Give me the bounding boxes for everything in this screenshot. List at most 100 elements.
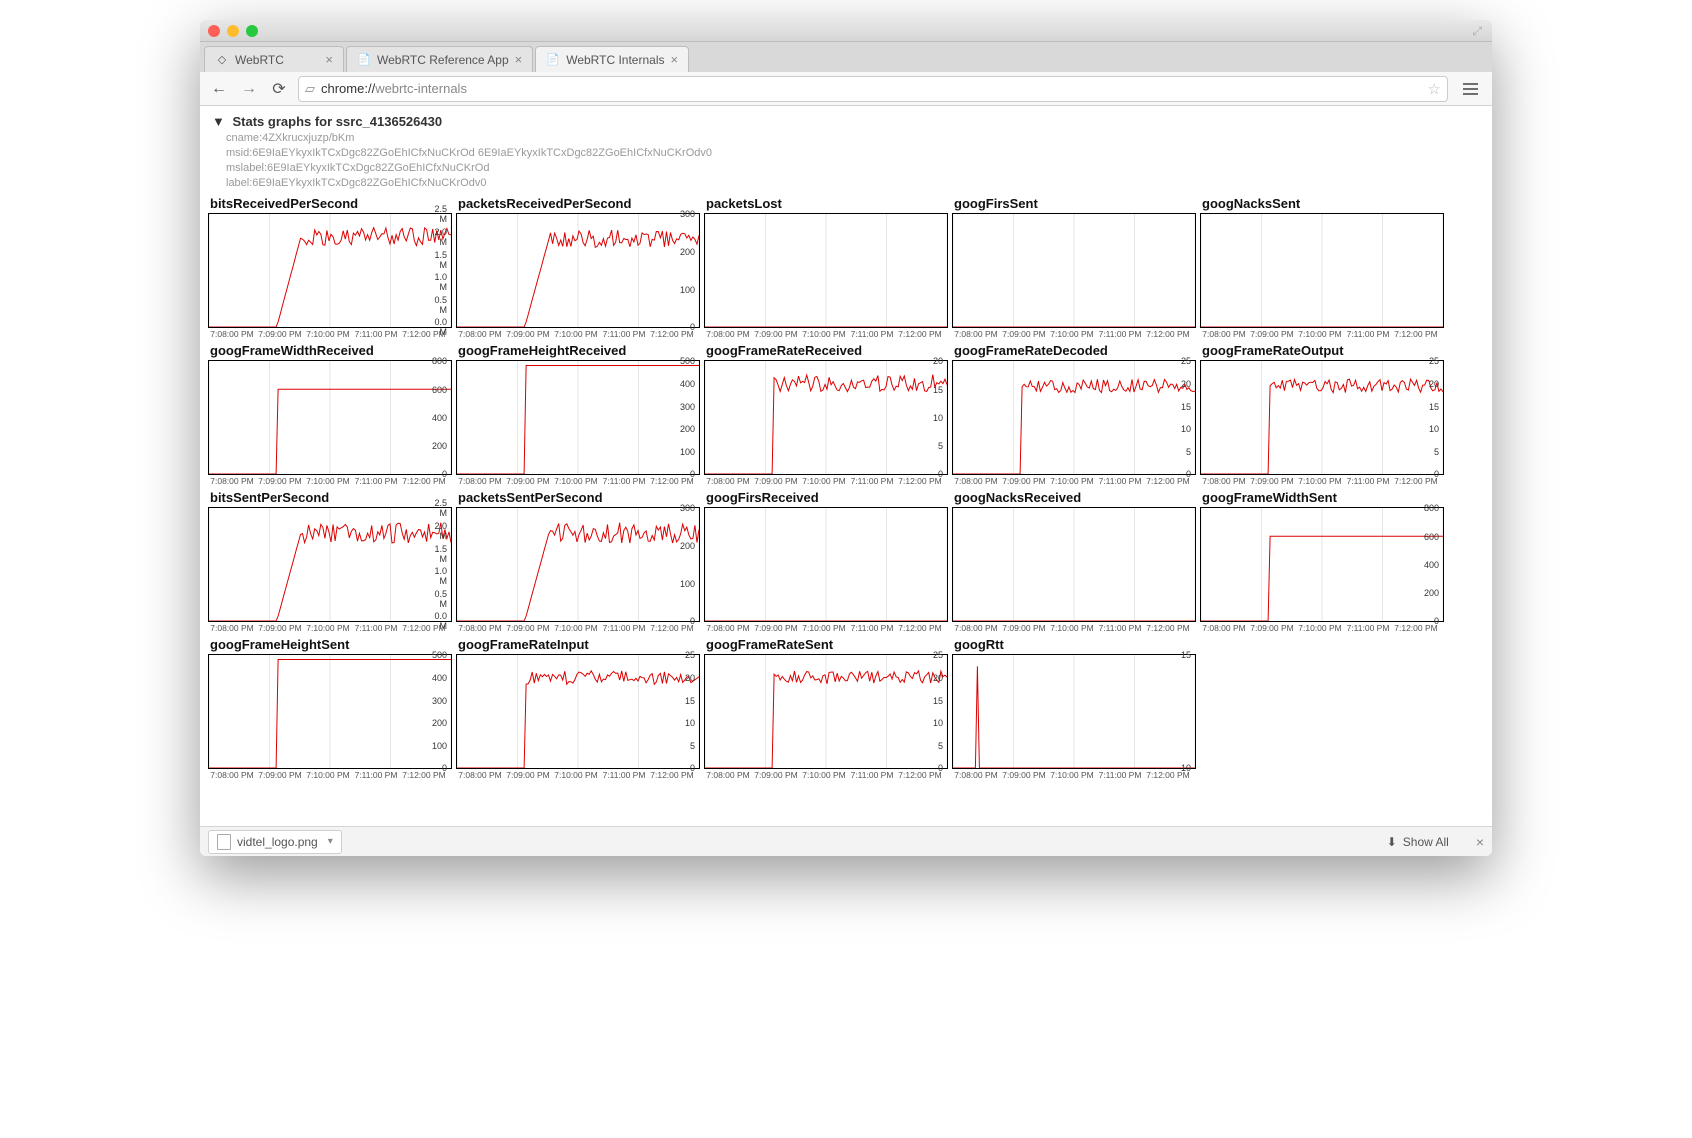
x-axis-labels: 7:08:00 PM7:09:00 PM7:10:00 PM7:11:00 PM… [456, 329, 703, 339]
close-icon[interactable]: × [515, 52, 523, 67]
x-axis-labels: 7:08:00 PM7:09:00 PM7:10:00 PM7:11:00 PM… [208, 329, 455, 339]
chart-bitsReceivedPerSecond: bitsReceivedPerSecond 2.5 M2.0 M1.5 M1.0… [208, 196, 455, 339]
chart-title: googFirsReceived [706, 490, 951, 505]
chart-googFrameRateOutput: googFrameRateOutput 2520151050 7:08:00 P… [1200, 343, 1447, 486]
traffic-light-minimize[interactable] [227, 25, 239, 37]
meta-line: msid:6E9IaEYkyxIkTCxDgc82ZGoEhICfxNuCKrO… [226, 146, 1484, 161]
reload-button[interactable]: ⟳ [268, 78, 290, 100]
chart-plot [704, 507, 948, 622]
download-item[interactable]: vidtel_logo.png ▾ [208, 830, 342, 854]
chart-plot: 2520151050 [456, 654, 700, 769]
chart-title: googRtt [954, 637, 1199, 652]
chart-plot: 8006004002000 [208, 360, 452, 475]
x-axis-labels: 7:08:00 PM7:09:00 PM7:10:00 PM7:11:00 PM… [952, 329, 1199, 339]
chart-title: googFrameHeightSent [210, 637, 455, 652]
browser-window: ⤢ ◇ WebRTC ×📄 WebRTC Reference App ×📄 We… [200, 20, 1492, 856]
chart-title: packetsLost [706, 196, 951, 211]
chart-plot: 5004003002001000 [456, 360, 700, 475]
stats-header[interactable]: ▼ Stats graphs for ssrc_4136526430 [212, 114, 1484, 129]
chart-title: googFrameRateInput [458, 637, 703, 652]
macos-titlebar [200, 20, 1492, 42]
chart-plot: 2520151050 [704, 654, 948, 769]
stats-title: Stats graphs for ssrc_4136526430 [233, 114, 443, 129]
chart-googFrameRateInput: googFrameRateInput 2520151050 7:08:00 PM… [456, 637, 703, 780]
downloads-bar: vidtel_logo.png ▾ ⬇ Show All × [200, 826, 1492, 856]
meta-line: mslabel:6E9IaEYkyxIkTCxDgc82ZGoEhICfxNuC… [226, 161, 1484, 176]
omnibox[interactable]: ▱ chrome://webrtc-internals ☆ [298, 76, 1448, 102]
chart-title: googNacksReceived [954, 490, 1199, 505]
x-axis-labels: 7:08:00 PM7:09:00 PM7:10:00 PM7:11:00 PM… [208, 623, 455, 633]
chart-plot: 2.5 M2.0 M1.5 M1.0 M0.5 M0.0 M [208, 507, 452, 622]
site-icon: ▱ [305, 81, 315, 97]
chart-title: googFrameWidthReceived [210, 343, 455, 358]
x-axis-labels: 7:08:00 PM7:09:00 PM7:10:00 PM7:11:00 PM… [208, 476, 455, 486]
maximize-icon[interactable]: ⤢ [1472, 24, 1482, 39]
x-axis-labels: 7:08:00 PM7:09:00 PM7:10:00 PM7:11:00 PM… [456, 770, 703, 780]
chevron-down-icon[interactable]: ▾ [328, 836, 333, 847]
x-axis-labels: 7:08:00 PM7:09:00 PM7:10:00 PM7:11:00 PM… [456, 623, 703, 633]
forward-button[interactable]: → [238, 78, 260, 100]
chart-googFirsReceived: googFirsReceived 7:08:00 PM7:09:00 PM7:1… [704, 490, 951, 633]
bookmark-star-icon[interactable]: ☆ [1428, 80, 1441, 98]
stats-meta: cname:4ZXkrucxjuzp/bKmmsid:6E9IaEYkyxIkT… [226, 131, 1484, 190]
close-icon[interactable]: × [670, 52, 678, 67]
browser-tab[interactable]: 📄 WebRTC Internals × [535, 46, 689, 72]
chart-googFrameHeightSent: googFrameHeightSent 5004003002001000 7:0… [208, 637, 455, 780]
chart-title: googFrameRateDecoded [954, 343, 1199, 358]
chart-title: googFirsSent [954, 196, 1199, 211]
favicon-icon: 📄 [357, 53, 371, 67]
chart-plot: 2520151050 [952, 360, 1196, 475]
chart-title: googFrameRateSent [706, 637, 951, 652]
disclosure-triangle-icon[interactable]: ▼ [212, 114, 225, 129]
chart-googFirsSent: googFirsSent 7:08:00 PM7:09:00 PM7:10:00… [952, 196, 1199, 339]
favicon-icon: ◇ [215, 53, 229, 67]
chart-googFrameHeightReceived: googFrameHeightReceived 5004003002001000… [456, 343, 703, 486]
chart-plot: 2520151050 [1200, 360, 1444, 475]
traffic-light-close[interactable] [208, 25, 220, 37]
page-content: ▼ Stats graphs for ssrc_4136526430 cname… [200, 106, 1492, 826]
chart-plot: 2.5 M2.0 M1.5 M1.0 M0.5 M0.0 M [208, 213, 452, 328]
tab-strip: ◇ WebRTC ×📄 WebRTC Reference App ×📄 WebR… [200, 42, 1492, 72]
x-axis-labels: 7:08:00 PM7:09:00 PM7:10:00 PM7:11:00 PM… [704, 476, 951, 486]
x-axis-labels: 7:08:00 PM7:09:00 PM7:10:00 PM7:11:00 PM… [456, 476, 703, 486]
chart-bitsSentPerSecond: bitsSentPerSecond 2.5 M2.0 M1.5 M1.0 M0.… [208, 490, 455, 633]
chart-plot: 5004003002001000 [208, 654, 452, 769]
chart-plot: 3002001000 [456, 213, 700, 328]
x-axis-labels: 7:08:00 PM7:09:00 PM7:10:00 PM7:11:00 PM… [704, 770, 951, 780]
chart-title: googFrameRateOutput [1202, 343, 1447, 358]
chart-packetsLost: packetsLost 7:08:00 PM7:09:00 PM7:10:00 … [704, 196, 951, 339]
chart-googFrameRateReceived: googFrameRateReceived 20151050 7:08:00 P… [704, 343, 951, 486]
traffic-light-zoom[interactable] [246, 25, 258, 37]
chart-packetsSentPerSecond: packetsSentPerSecond 3002001000 7:08:00 … [456, 490, 703, 633]
x-axis-labels: 7:08:00 PM7:09:00 PM7:10:00 PM7:11:00 PM… [704, 623, 951, 633]
chart-title: bitsReceivedPerSecond [210, 196, 455, 211]
tab-title: WebRTC Reference App [377, 53, 509, 67]
chart-googFrameRateDecoded: googFrameRateDecoded 2520151050 7:08:00 … [952, 343, 1199, 486]
chart-title: bitsSentPerSecond [210, 490, 455, 505]
charts-grid: bitsReceivedPerSecond 2.5 M2.0 M1.5 M1.0… [208, 196, 1484, 784]
chart-plot [952, 213, 1196, 328]
x-axis-labels: 7:08:00 PM7:09:00 PM7:10:00 PM7:11:00 PM… [208, 770, 455, 780]
close-icon[interactable]: × [325, 52, 333, 67]
url-path: webrtc-internals [375, 81, 467, 96]
show-all-downloads[interactable]: ⬇ Show All [1376, 831, 1460, 853]
back-button[interactable]: ← [208, 78, 230, 100]
chart-googFrameWidthReceived: googFrameWidthReceived 8006004002000 7:0… [208, 343, 455, 486]
chart-googNacksReceived: googNacksReceived 7:08:00 PM7:09:00 PM7:… [952, 490, 1199, 633]
meta-line: cname:4ZXkrucxjuzp/bKm [226, 131, 1484, 146]
chart-packetsReceivedPerSecond: packetsReceivedPerSecond 3002001000 7:08… [456, 196, 703, 339]
x-axis-labels: 7:08:00 PM7:09:00 PM7:10:00 PM7:11:00 PM… [1200, 329, 1447, 339]
download-filename: vidtel_logo.png [237, 835, 318, 849]
x-axis-labels: 7:08:00 PM7:09:00 PM7:10:00 PM7:11:00 PM… [952, 623, 1199, 633]
chart-plot: 3002001000 [456, 507, 700, 622]
browser-tab[interactable]: ◇ WebRTC × [204, 46, 344, 72]
chart-googNacksSent: googNacksSent 7:08:00 PM7:09:00 PM7:10:0… [1200, 196, 1447, 339]
download-arrow-icon: ⬇ [1387, 835, 1397, 849]
x-axis-labels: 7:08:00 PM7:09:00 PM7:10:00 PM7:11:00 PM… [1200, 623, 1447, 633]
chart-googFrameRateSent: googFrameRateSent 2520151050 7:08:00 PM7… [704, 637, 951, 780]
chart-title: packetsSentPerSecond [458, 490, 703, 505]
downloads-bar-close[interactable]: × [1476, 834, 1484, 850]
chrome-menu-button[interactable] [1456, 76, 1484, 102]
x-axis-labels: 7:08:00 PM7:09:00 PM7:10:00 PM7:11:00 PM… [1200, 476, 1447, 486]
browser-tab[interactable]: 📄 WebRTC Reference App × [346, 46, 533, 72]
